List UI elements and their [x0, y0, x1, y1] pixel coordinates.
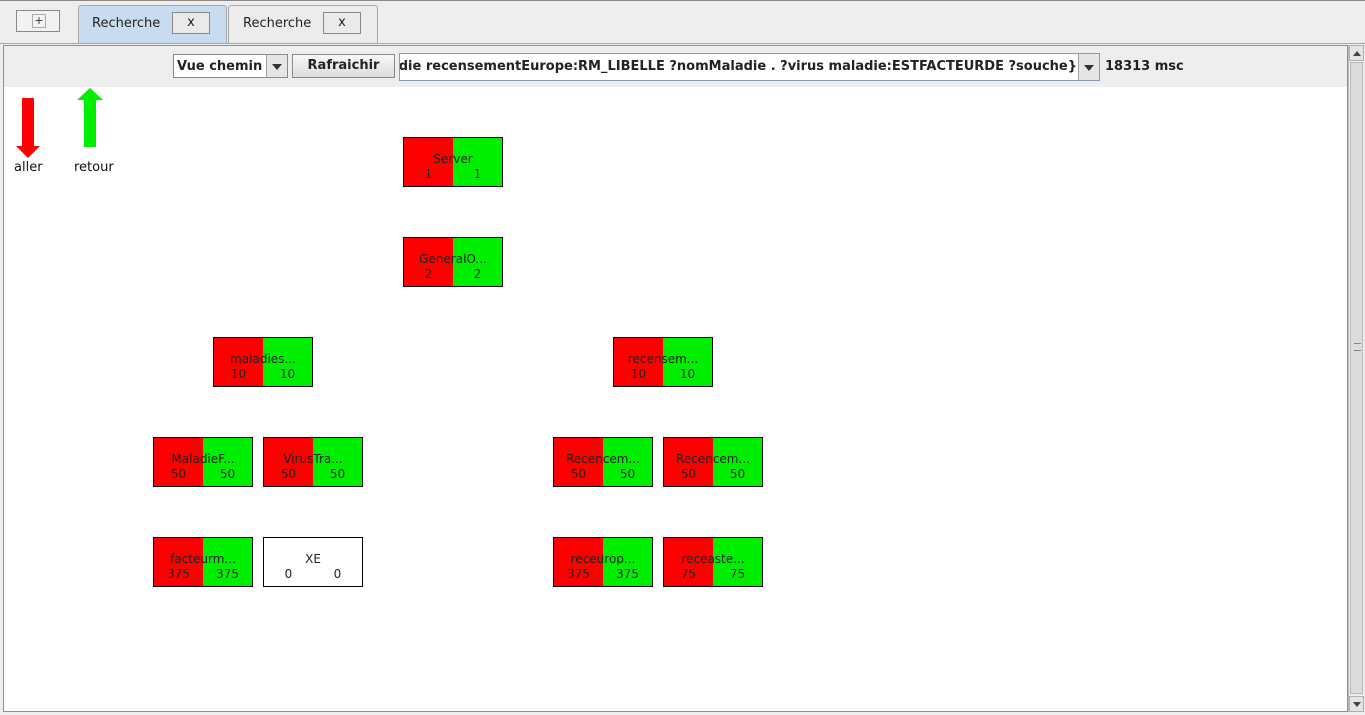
refresh-button[interactable]: Rafraichir: [292, 54, 395, 78]
graph-node[interactable]: maladies... 10 10: [213, 337, 313, 387]
node-return-count: 2: [473, 267, 482, 281]
node-go-count: 50: [170, 467, 187, 481]
chevron-down-icon[interactable]: [1078, 54, 1099, 80]
node-label: recensem...: [627, 352, 699, 366]
node-return-count: 50: [729, 467, 746, 481]
node-label: XE: [305, 552, 321, 566]
legend-go-label: aller: [14, 160, 43, 175]
grip-icon: [1354, 343, 1361, 351]
graph-node[interactable]: GeneralO... 2 2: [403, 237, 503, 287]
graph-node[interactable]: receurop... 375 375: [553, 537, 653, 587]
chevron-down-icon[interactable]: [266, 55, 287, 77]
node-label: Server: [433, 152, 473, 166]
query-combo[interactable]: Maladie recensementEurope:RM_LIBELLE ?no…: [399, 53, 1100, 81]
node-return-count: 10: [279, 367, 296, 381]
node-return-count: 50: [219, 467, 236, 481]
node-go-count: 2: [424, 267, 433, 281]
node-go-count: 50: [680, 467, 697, 481]
graph-panel: Vue chemin Rafraichir Maladie recensemen…: [3, 45, 1348, 712]
legend-return-label: retour: [74, 160, 114, 175]
node-label: receaste...: [681, 552, 745, 566]
view-select-value: Vue chemin: [177, 59, 263, 74]
node-go-count: 50: [570, 467, 587, 481]
node-go-count: 10: [630, 367, 647, 381]
tab-strip: + Recherche x Recherche x: [0, 0, 1365, 45]
graph-node[interactable]: MaladieF... 50 50: [153, 437, 253, 487]
tab-label: Recherche: [243, 16, 312, 31]
scroll-up-icon[interactable]: [1349, 45, 1364, 61]
node-return-count: 375: [216, 567, 239, 581]
add-tab-button[interactable]: +: [16, 10, 60, 32]
vertical-scrollbar[interactable]: [1348, 45, 1364, 712]
view-select[interactable]: Vue chemin: [173, 54, 288, 78]
node-label: MaladieF...: [171, 452, 235, 466]
node-return-count: 375: [616, 567, 639, 581]
graph-node[interactable]: Recencem... 50 50: [553, 437, 653, 487]
node-label: maladies...: [230, 352, 296, 366]
graph-node[interactable]: XE 0 0: [263, 537, 363, 587]
tab-recherche-2[interactable]: Recherche x: [228, 5, 378, 43]
tab-recherche-1[interactable]: Recherche x: [78, 5, 227, 43]
node-go-count: 1: [424, 167, 433, 181]
graph-node[interactable]: Recencem... 50 50: [663, 437, 763, 487]
up-arrow-icon: [77, 88, 103, 147]
scroll-down-icon[interactable]: [1349, 696, 1364, 712]
query-input[interactable]: Maladie recensementEurope:RM_LIBELLE ?no…: [400, 59, 1077, 74]
node-return-count: 0: [333, 567, 342, 581]
node-go-count: 75: [680, 567, 697, 581]
node-label: receurop...: [570, 552, 636, 566]
node-label: facteurm...: [170, 552, 236, 566]
tab-close-button[interactable]: x: [172, 12, 210, 34]
tab-divider: [0, 43, 1365, 44]
graph-node[interactable]: Server 1 1: [403, 137, 503, 187]
graph-node[interactable]: facteurm... 375 375: [153, 537, 253, 587]
node-label: Recencem...: [676, 452, 750, 466]
tab-close-button[interactable]: x: [323, 12, 361, 34]
node-label: VirusTra...: [283, 452, 343, 466]
node-go-count: 375: [167, 567, 190, 581]
node-return-count: 50: [329, 467, 346, 481]
node-label: GeneralO...: [419, 252, 487, 266]
graph-node[interactable]: VirusTra... 50 50: [263, 437, 363, 487]
down-arrow-icon: [16, 98, 40, 158]
scrollbar-thumb[interactable]: [1350, 62, 1363, 694]
node-return-count: 75: [729, 567, 746, 581]
node-go-count: 375: [567, 567, 590, 581]
tab-label: Recherche: [92, 16, 161, 31]
plus-icon: +: [32, 14, 46, 28]
node-return-count: 1: [473, 167, 482, 181]
graph-node[interactable]: recensem... 10 10: [613, 337, 713, 387]
node-go-count: 0: [284, 567, 293, 581]
node-label: Recencem...: [566, 452, 640, 466]
node-return-count: 50: [619, 467, 636, 481]
node-return-count: 10: [679, 367, 696, 381]
toolbar: Vue chemin Rafraichir Maladie recensemen…: [4, 46, 1347, 87]
elapsed-time: 18313 msc: [1105, 59, 1184, 74]
node-go-count: 50: [280, 467, 297, 481]
node-go-count: 10: [230, 367, 247, 381]
graph-node[interactable]: receaste... 75 75: [663, 537, 763, 587]
